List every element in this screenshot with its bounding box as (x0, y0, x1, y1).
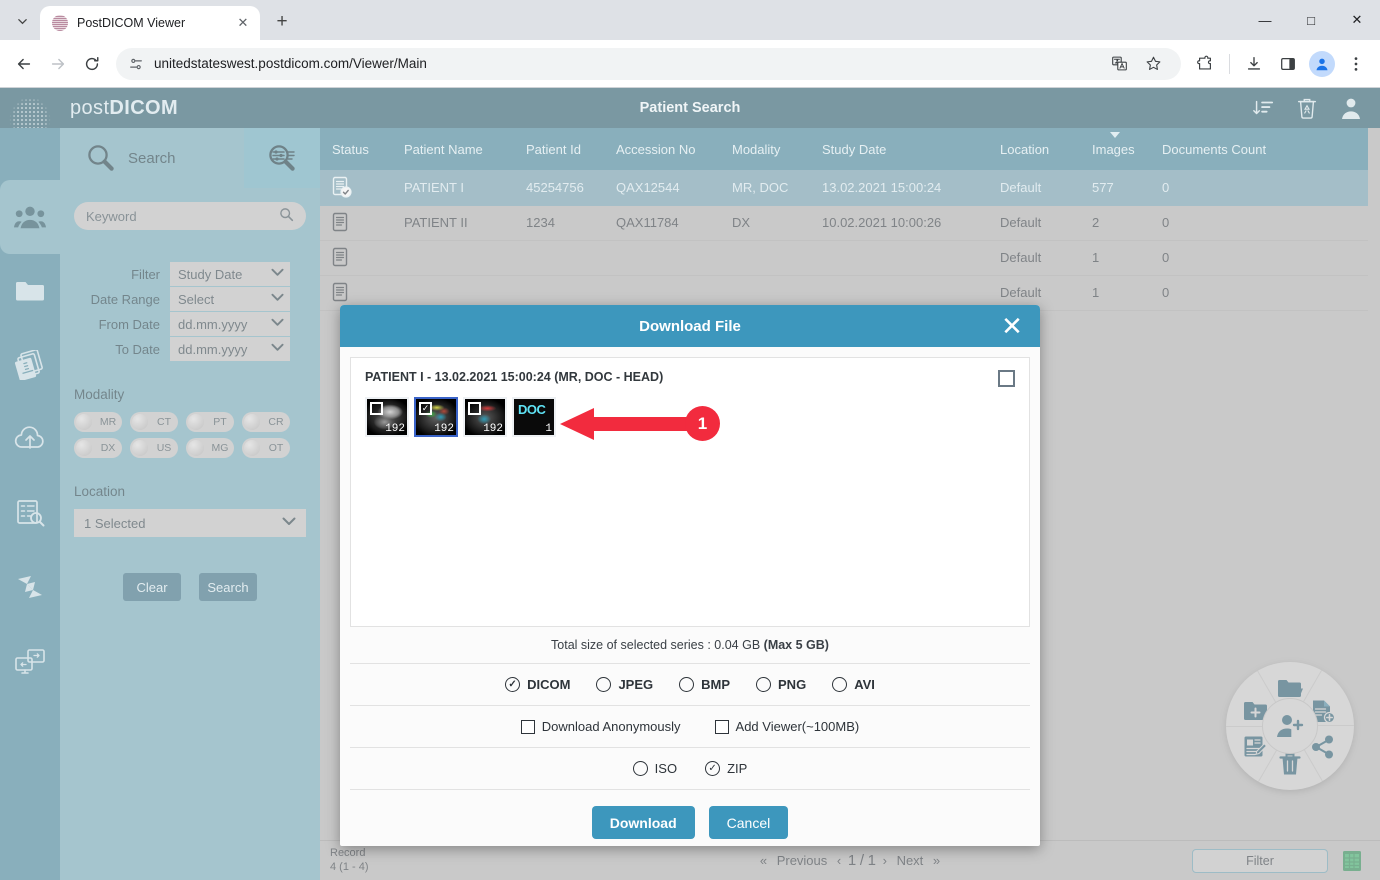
option-download-anonymously[interactable]: Download Anonymously (521, 719, 681, 734)
format-label-dicom: DICOM (527, 677, 570, 692)
packaging-label-iso: ISO (655, 761, 677, 776)
select-all-checkbox[interactable] (998, 370, 1015, 387)
forward-arrow-icon[interactable] (42, 48, 74, 80)
series-thumbnail[interactable]: ✓ 192 (414, 397, 458, 437)
postdicom-app: postDICOM Patient Search (0, 88, 1380, 880)
browser-tab[interactable]: PostDICOM Viewer ✕ (40, 6, 260, 40)
checkbox-icon[interactable] (521, 720, 535, 734)
translate-icon[interactable] (1103, 48, 1135, 80)
format-label-jpeg: JPEG (618, 677, 653, 692)
packaging-option-iso[interactable]: ISO (633, 761, 677, 776)
format-label-png: PNG (778, 677, 806, 692)
format-options: ✓ DICOM JPEG BMP PNG (350, 664, 1030, 706)
packaging-option-zip[interactable]: ✓ ZIP (705, 761, 747, 776)
extra-options: Download Anonymously Add Viewer(~100MB) (350, 706, 1030, 748)
url-text: unitedstateswest.postdicom.com/Viewer/Ma… (154, 56, 427, 71)
format-option-dicom[interactable]: ✓ DICOM (505, 677, 570, 692)
series-thumbnail-document[interactable]: DOC 1 (512, 397, 556, 437)
doc-label: DOC (518, 402, 545, 417)
packaging-label-zip: ZIP (727, 761, 747, 776)
download-file-dialog: Download File ✕ PATIENT I - 13.02.2021 1… (340, 305, 1040, 846)
format-option-avi[interactable]: AVI (832, 677, 875, 692)
reload-icon[interactable] (76, 48, 108, 80)
close-icon[interactable]: ✕ (998, 312, 1026, 340)
format-label-bmp: BMP (701, 677, 730, 692)
option-label-add-viewer: Add Viewer(~100MB) (736, 719, 860, 734)
tab-title: PostDICOM Viewer (77, 16, 225, 30)
series-thumbnail[interactable]: 192 (463, 397, 507, 437)
toolbar-divider (1229, 54, 1230, 74)
extensions-icon[interactable] (1189, 48, 1221, 80)
series-checkbox[interactable] (468, 402, 481, 415)
tab-strip: PostDICOM Viewer ✕ + — □ ✕ (0, 0, 1380, 40)
option-label-download-anonymously: Download Anonymously (542, 719, 681, 734)
maximize-button[interactable]: □ (1288, 0, 1334, 40)
format-label-avi: AVI (854, 677, 875, 692)
dialog-title: Download File (639, 318, 741, 335)
total-size-text: Total size of selected series : 0.04 GB (551, 638, 760, 652)
tab-search-chevron-icon[interactable] (8, 7, 36, 35)
radio-icon[interactable] (679, 677, 694, 692)
profile-avatar-icon[interactable] (1306, 48, 1338, 80)
side-panel-icon[interactable] (1272, 48, 1304, 80)
option-add-viewer[interactable]: Add Viewer(~100MB) (715, 719, 860, 734)
series-image-count: 1 (545, 423, 552, 435)
back-arrow-icon[interactable] (8, 48, 40, 80)
address-bar[interactable]: unitedstateswest.postdicom.com/Viewer/Ma… (116, 48, 1181, 80)
browser-toolbar: unitedstateswest.postdicom.com/Viewer/Ma… (0, 40, 1380, 88)
cancel-button[interactable]: Cancel (709, 806, 789, 839)
star-icon[interactable] (1137, 48, 1169, 80)
series-image-count: 192 (483, 423, 503, 435)
annotation-step-badge: 1 (685, 406, 720, 441)
three-dot-menu-icon[interactable] (1340, 48, 1372, 80)
radio-icon[interactable] (596, 677, 611, 692)
radio-icon[interactable] (832, 677, 847, 692)
checkbox-icon[interactable] (715, 720, 729, 734)
series-checkbox[interactable]: ✓ (419, 402, 432, 415)
format-option-jpeg[interactable]: JPEG (596, 677, 653, 692)
series-image-count: 192 (434, 423, 454, 435)
total-size-line: Total size of selected series : 0.04 GB … (350, 627, 1030, 664)
packaging-options: ISO ✓ ZIP (350, 748, 1030, 790)
max-size-text: (Max 5 GB) (764, 638, 829, 652)
series-image-count: 192 (385, 423, 405, 435)
format-option-bmp[interactable]: BMP (679, 677, 730, 692)
site-settings-icon[interactable] (128, 56, 144, 72)
radio-icon[interactable] (756, 677, 771, 692)
radio-icon[interactable] (633, 761, 648, 776)
series-thumbnail[interactable]: 192 (365, 397, 409, 437)
close-window-button[interactable]: ✕ (1334, 0, 1380, 40)
series-selection-area: PATIENT I - 13.02.2021 15:00:24 (MR, DOC… (350, 357, 1030, 627)
omnibox-actions (1103, 48, 1169, 80)
minimize-button[interactable]: — (1242, 0, 1288, 40)
dialog-header: Download File ✕ (340, 305, 1040, 347)
radio-checked-icon[interactable]: ✓ (505, 677, 520, 692)
tab-favicon-icon (52, 15, 68, 31)
dialog-actions: Download Cancel (350, 790, 1030, 839)
series-header: PATIENT I - 13.02.2021 15:00:24 (MR, DOC… (365, 370, 1015, 387)
series-checkbox[interactable] (370, 402, 383, 415)
new-tab-button[interactable]: + (268, 8, 296, 36)
window-controls: — □ ✕ (1242, 0, 1380, 40)
browser-window: PostDICOM Viewer ✕ + — □ ✕ unitedstatesw… (0, 0, 1380, 880)
close-tab-icon[interactable]: ✕ (234, 14, 252, 32)
download-button[interactable]: Download (592, 806, 695, 839)
format-option-png[interactable]: PNG (756, 677, 806, 692)
study-label: PATIENT I - 13.02.2021 15:00:24 (MR, DOC… (365, 370, 663, 384)
radio-checked-icon[interactable]: ✓ (705, 761, 720, 776)
download-icon[interactable] (1238, 48, 1270, 80)
